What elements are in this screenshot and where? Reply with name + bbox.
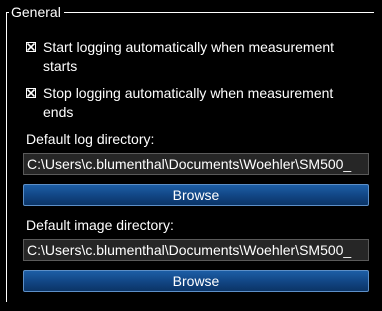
stop-logging-label-line1: Stop logging automatically when measurem… <box>43 85 334 101</box>
stop-logging-label-line2: ends <box>43 104 74 120</box>
start-logging-label[interactable]: Start logging automatically when measure… <box>43 38 334 76</box>
general-group-title: General <box>9 4 64 20</box>
log-directory-label: Default log directory: <box>26 131 155 147</box>
start-logging-label-line1: Start logging automatically when measure… <box>43 39 335 55</box>
image-directory-label: Default image directory: <box>26 217 174 233</box>
image-directory-field[interactable]: C:\Users\c.blumenthal\Documents\Woehler\… <box>23 239 369 261</box>
start-logging-option[interactable]: Start logging automatically when measure… <box>26 38 356 76</box>
start-logging-checkbox[interactable] <box>26 42 36 52</box>
start-logging-label-line2: starts <box>43 58 78 74</box>
log-directory-field[interactable]: C:\Users\c.blumenthal\Documents\Woehler\… <box>23 153 369 175</box>
stop-logging-checkbox[interactable] <box>26 88 36 98</box>
log-directory-browse-button[interactable]: Browse <box>23 184 369 206</box>
checkmark-x-icon <box>27 89 35 97</box>
stop-logging-label[interactable]: Stop logging automatically when measurem… <box>43 84 333 122</box>
stop-logging-option[interactable]: Stop logging automatically when measurem… <box>26 84 356 122</box>
image-directory-browse-button[interactable]: Browse <box>23 270 369 292</box>
checkmark-x-icon <box>27 43 35 51</box>
